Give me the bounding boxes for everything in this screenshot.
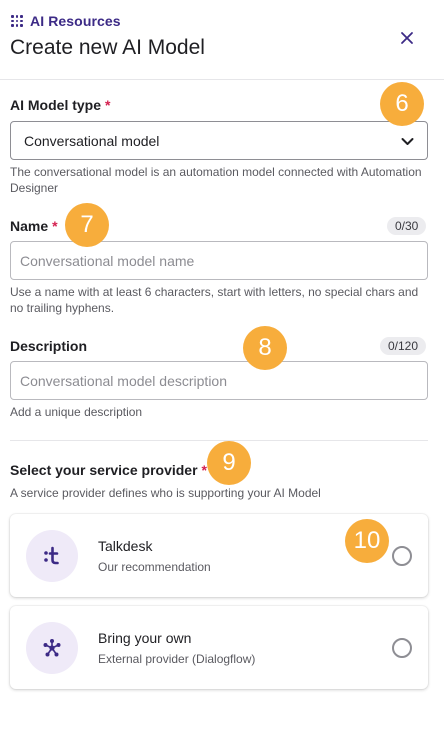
description-label-text: Description bbox=[10, 338, 88, 354]
required-asterisk: * bbox=[105, 97, 111, 113]
close-button[interactable] bbox=[396, 27, 418, 49]
name-input[interactable] bbox=[10, 241, 428, 280]
provider-subtitle: Our recommendation bbox=[98, 560, 211, 574]
description-help: Add a unique description bbox=[10, 405, 143, 419]
callout-marker-8: 8 bbox=[243, 326, 287, 370]
panel-header: AI Resources Create new AI Model bbox=[0, 0, 444, 80]
network-hub-icon bbox=[43, 639, 61, 657]
close-icon bbox=[401, 32, 413, 44]
provider-option-bring-your-own[interactable]: Bring your own External provider (Dialog… bbox=[10, 606, 428, 689]
apps-grid-icon bbox=[11, 15, 23, 27]
provider-name: Talkdesk bbox=[98, 538, 153, 554]
callout-marker-9: 9 bbox=[207, 441, 251, 485]
chevron-down-icon bbox=[401, 138, 414, 145]
page-title: Create new AI Model bbox=[10, 36, 205, 59]
model-type-label-text: AI Model type bbox=[10, 97, 102, 113]
provider-subtitle: External provider (Dialogflow) bbox=[98, 652, 256, 666]
breadcrumb[interactable]: AI Resources bbox=[11, 13, 121, 29]
model-type-label: AI Model type * bbox=[10, 97, 110, 113]
description-char-counter: 0/120 bbox=[380, 337, 427, 355]
name-help: Use a name with at least 6 characters, s… bbox=[10, 285, 419, 315]
description-input[interactable] bbox=[10, 361, 428, 400]
bring-your-own-avatar bbox=[26, 622, 78, 674]
description-label: Description bbox=[10, 338, 87, 354]
provider-radio-bring-your-own[interactable] bbox=[392, 638, 412, 658]
breadcrumb-label[interactable]: AI Resources bbox=[30, 13, 121, 29]
name-label: Name * bbox=[10, 218, 58, 234]
provider-name: Bring your own bbox=[98, 630, 192, 646]
provider-radio-talkdesk[interactable] bbox=[392, 546, 412, 566]
provider-help: A service provider defines who is suppor… bbox=[10, 486, 321, 500]
model-type-help: The conversational model is an automatio… bbox=[10, 165, 422, 195]
name-label-text: Name bbox=[10, 218, 49, 234]
talkdesk-logo-icon bbox=[44, 546, 59, 565]
provider-label: Select your service provider * bbox=[10, 462, 207, 478]
provider-label-text: Select your service provider bbox=[10, 462, 198, 478]
model-type-value: Conversational model bbox=[24, 133, 160, 149]
name-char-counter: 0/30 bbox=[387, 217, 427, 235]
model-type-select[interactable]: Conversational model bbox=[10, 121, 428, 160]
required-asterisk: * bbox=[52, 218, 58, 234]
callout-marker-6: 6 bbox=[380, 82, 424, 126]
callout-marker-10: 10 bbox=[345, 519, 389, 563]
talkdesk-avatar bbox=[26, 530, 78, 582]
callout-marker-7: 7 bbox=[65, 203, 109, 247]
section-divider bbox=[10, 440, 428, 441]
